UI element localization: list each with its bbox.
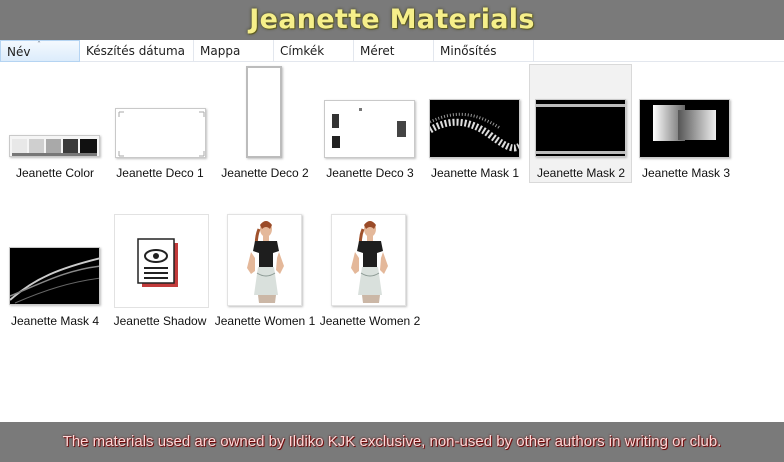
column-header-name-label: Név xyxy=(7,45,31,59)
column-header-bar: Név ˄ Készítés dátuma Mappa Címkék Méret… xyxy=(0,40,784,62)
file-name: Jeanette Deco 1 xyxy=(116,166,204,180)
file-name: Jeanette Color xyxy=(15,166,95,180)
thumbnail-mask-3 xyxy=(639,99,730,158)
column-header-tags-label: Címkék xyxy=(280,44,325,58)
column-header-rating-label: Minősítés xyxy=(440,44,497,58)
file-item-jeanette-deco-3[interactable]: Jeanette Deco 3 xyxy=(320,62,420,187)
file-item-jeanette-deco-2[interactable]: Jeanette Deco 2 xyxy=(215,62,315,187)
column-header-tags[interactable]: Címkék xyxy=(274,40,354,62)
file-name: Jeanette Mask 1 xyxy=(430,166,520,180)
file-name: Jeanette Mask 3 xyxy=(641,166,731,180)
file-name: Jeanette Women 1 xyxy=(214,314,316,328)
file-item-jeanette-deco-1[interactable]: Jeanette Deco 1 xyxy=(110,62,210,187)
column-header-size[interactable]: Méret xyxy=(354,40,434,62)
column-header-rating[interactable]: Minősítés xyxy=(434,40,534,62)
thumbnail-women-2 xyxy=(331,214,406,306)
column-header-folder[interactable]: Mappa xyxy=(194,40,274,62)
file-item-jeanette-mask-3[interactable]: Jeanette Mask 3 xyxy=(636,62,736,187)
file-name: Jeanette Women 2 xyxy=(319,314,421,328)
thumbnail-color-palette xyxy=(9,135,100,157)
file-name: Jeanette Deco 2 xyxy=(221,166,309,180)
copyright-footer: The materials used are owned by Ildiko K… xyxy=(0,422,784,462)
file-name: Jeanette Deco 3 xyxy=(326,166,414,180)
thumbnail-deco-1 xyxy=(115,108,206,158)
file-name: Jeanette Mask 2 xyxy=(536,166,626,180)
column-header-name[interactable]: Név ˄ xyxy=(0,40,80,62)
column-header-folder-label: Mappa xyxy=(200,44,241,58)
file-item-jeanette-mask-2[interactable]: Jeanette Mask 2 xyxy=(529,64,632,183)
thumbnail-shadow xyxy=(114,214,209,308)
column-header-date-label: Készítés dátuma xyxy=(86,44,186,58)
thumbnail-mask-4 xyxy=(9,247,100,305)
banner-title: Jeanette Materials xyxy=(249,4,535,35)
thumbnail-mask-1 xyxy=(429,99,520,158)
file-item-jeanette-color[interactable]: Jeanette Color xyxy=(0,62,110,187)
file-item-jeanette-mask-1[interactable]: Jeanette Mask 1 xyxy=(425,62,525,187)
file-item-jeanette-women-2[interactable]: Jeanette Women 2 xyxy=(320,210,420,335)
sort-ascending-icon: ˄ xyxy=(37,40,41,49)
file-item-jeanette-shadow[interactable]: Jeanette Shadow xyxy=(110,210,210,335)
file-name: Jeanette Mask 4 xyxy=(10,314,100,328)
file-item-jeanette-women-1[interactable]: Jeanette Women 1 xyxy=(215,210,315,335)
title-banner: Jeanette Materials xyxy=(0,0,784,40)
copyright-notice: The materials used are owned by Ildiko K… xyxy=(62,433,722,450)
file-grid: Jeanette Color Jeanette Deco 1 Jeanette … xyxy=(0,62,784,422)
column-header-date[interactable]: Készítés dátuma xyxy=(80,40,194,62)
column-header-size-label: Méret xyxy=(360,44,395,58)
file-item-jeanette-mask-4[interactable]: Jeanette Mask 4 xyxy=(0,210,110,335)
thumbnail-mask-2 xyxy=(535,99,626,157)
thumbnail-deco-2 xyxy=(246,66,282,158)
thumbnail-deco-3 xyxy=(324,100,415,158)
file-name: Jeanette Shadow xyxy=(113,314,207,328)
thumbnail-women-1 xyxy=(227,214,302,306)
